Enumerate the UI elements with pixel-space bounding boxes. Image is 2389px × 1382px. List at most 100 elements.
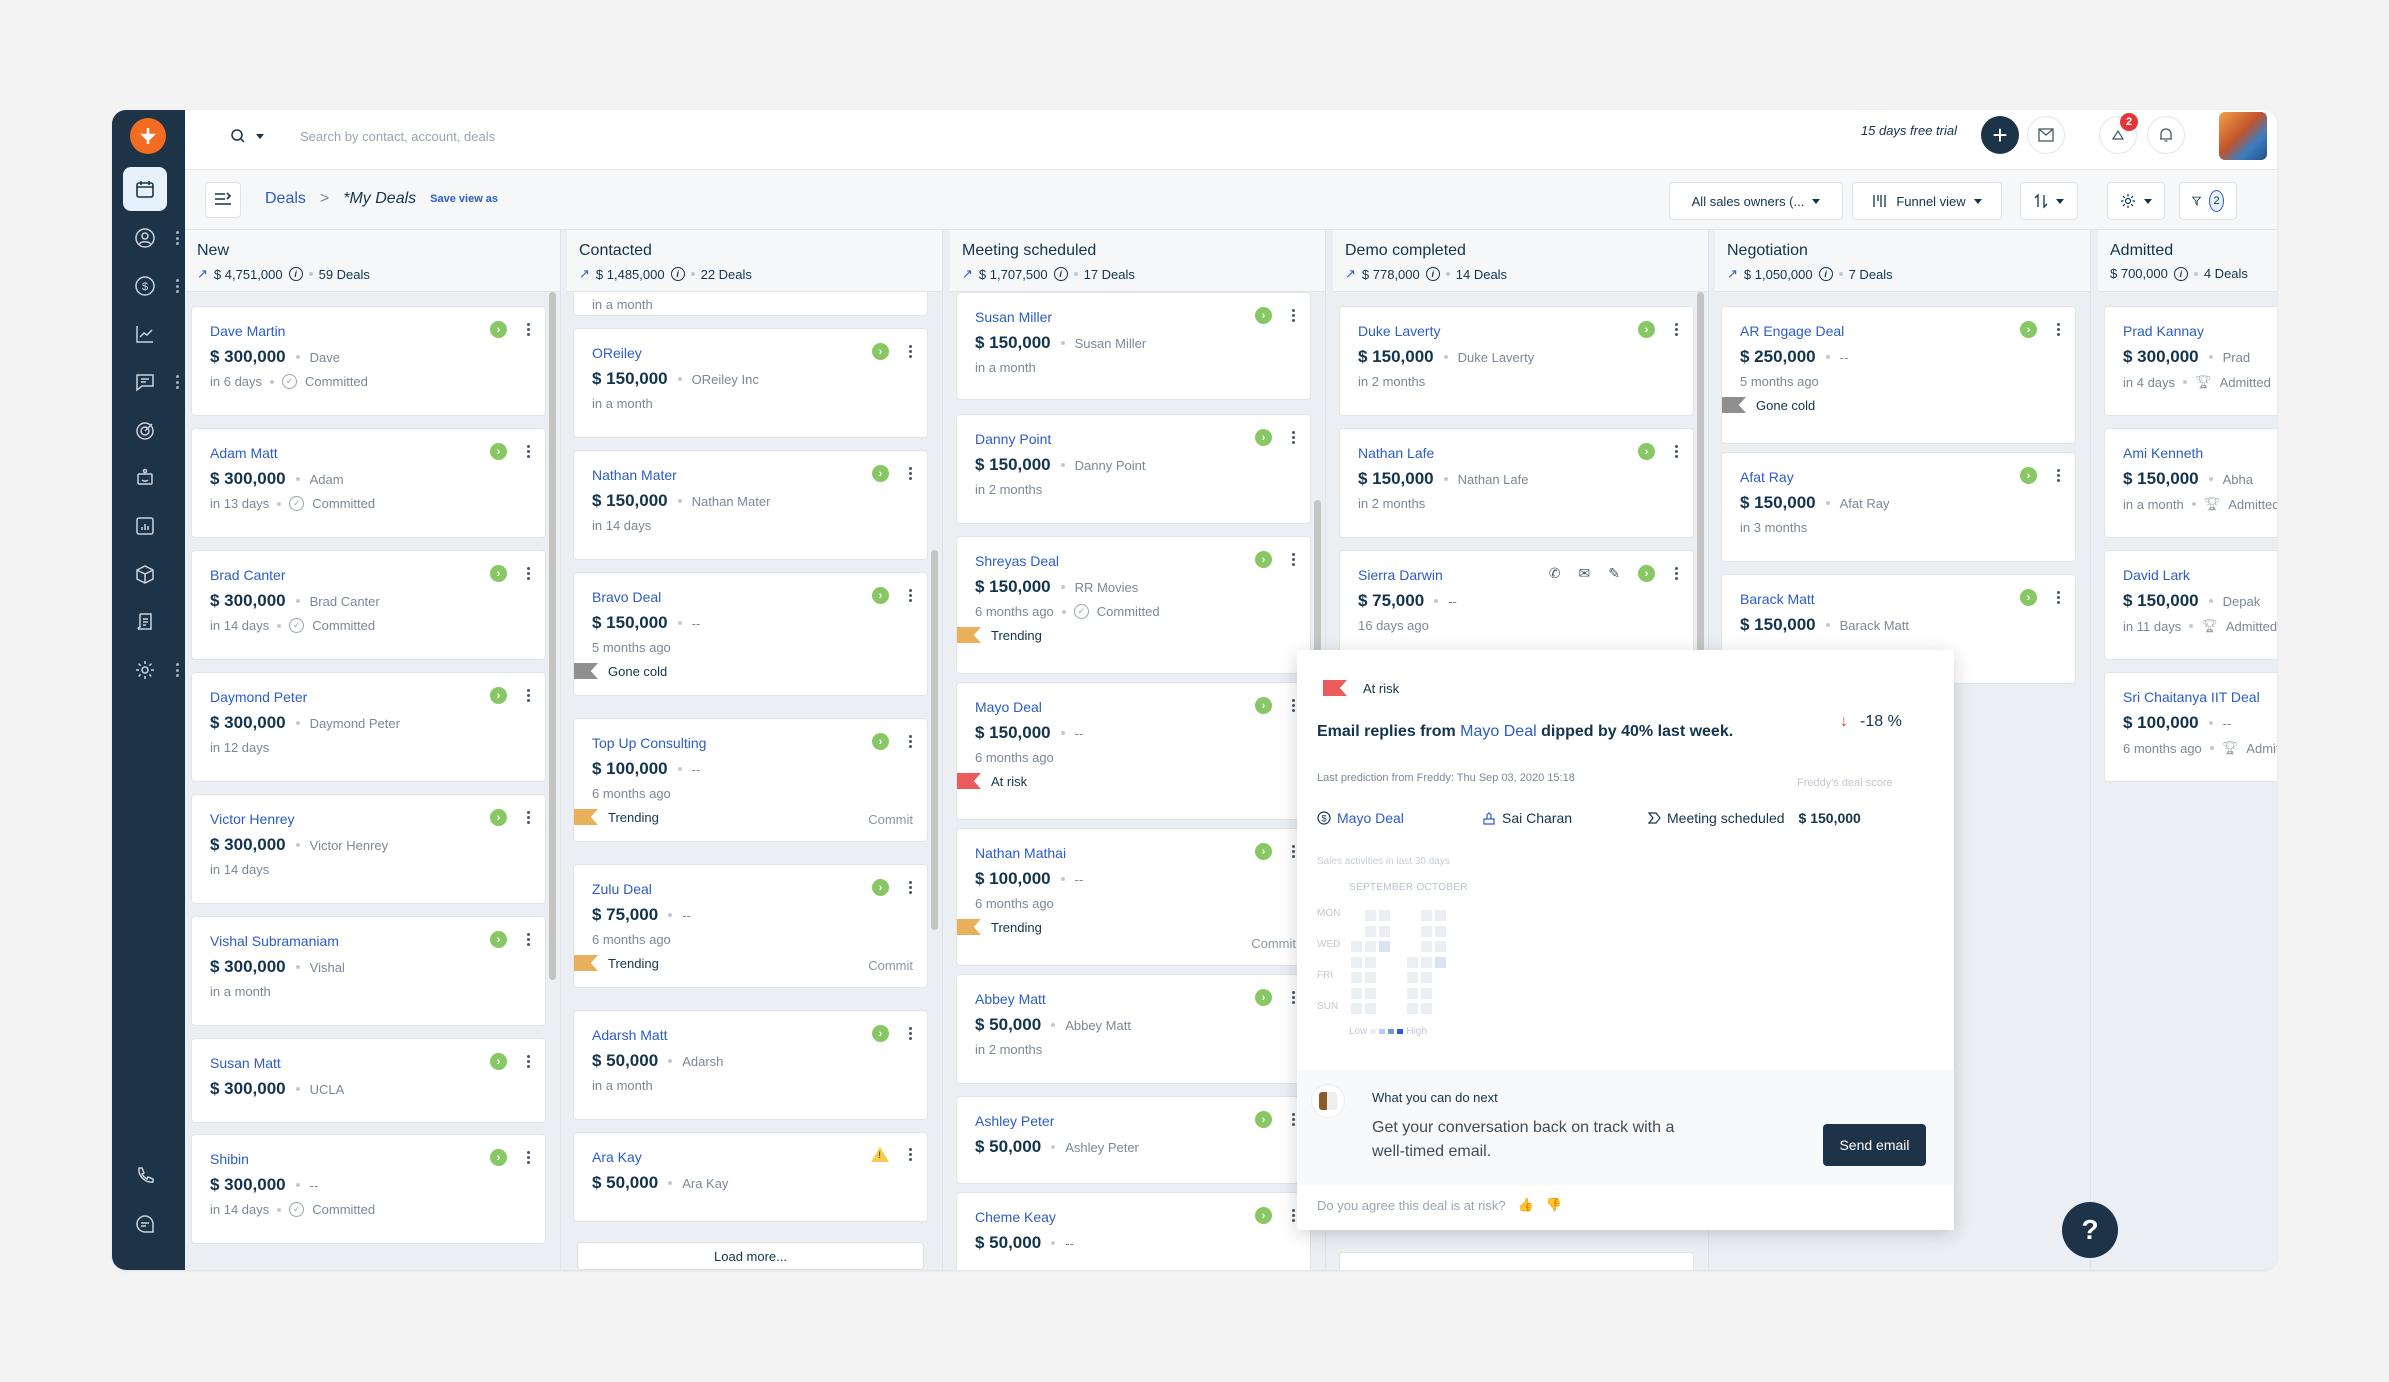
move-stage-icon[interactable]: ›	[490, 443, 507, 460]
sidebar-item-calendar[interactable]	[123, 167, 167, 211]
deal-name-link[interactable]: Shreyas Deal	[975, 553, 1298, 569]
more-options-icon[interactable]	[2055, 323, 2061, 336]
move-stage-icon[interactable]: ›	[490, 1149, 507, 1166]
move-stage-icon[interactable]: ›	[1255, 1207, 1272, 1224]
more-options-icon[interactable]	[525, 811, 531, 824]
load-more-button[interactable]: Load more...	[577, 1242, 924, 1270]
deal-card[interactable]: Nathan Mater $ 150,000 Nathan Mater in 14 d…	[573, 450, 928, 560]
deal-card[interactable]: Bravo Deal $ 150,000 -- 5 months ago Gone co…	[573, 572, 928, 696]
more-options-icon[interactable]	[907, 735, 913, 748]
breadcrumb-deals-link[interactable]: Deals	[265, 190, 306, 208]
edit-pencil-icon[interactable]: ✎	[1608, 565, 1620, 582]
conversations-menu-dots[interactable]	[175, 375, 179, 389]
deal-link[interactable]: Mayo Deal	[1337, 810, 1404, 826]
deal-card[interactable]: Susan Miller $ 150,000 Susan Miller in a mo…	[956, 292, 1311, 400]
sidebar-item-contacts[interactable]	[123, 216, 167, 260]
deal-card[interactable]: Danny Point $ 150,000 Danny Point in 2 mont…	[956, 414, 1311, 524]
thumbs-down-icon[interactable]: 👎	[1546, 1197, 1562, 1213]
more-options-icon[interactable]	[907, 345, 913, 358]
more-options-icon[interactable]	[525, 933, 531, 946]
deal-card[interactable]: Top Up Consulting $ 100,000 -- 6 months ago…	[573, 718, 928, 842]
info-icon[interactable]: i	[1053, 267, 1068, 281]
user-avatar[interactable]	[2219, 112, 2267, 160]
move-stage-icon[interactable]: ›	[2020, 321, 2037, 338]
toggle-view-menu-button[interactable]	[205, 182, 241, 218]
info-icon[interactable]: i	[288, 267, 303, 281]
deal-name-link[interactable]: OReiley	[592, 345, 915, 361]
email-button[interactable]	[2027, 116, 2065, 154]
move-stage-icon[interactable]: ›	[490, 1053, 507, 1070]
move-stage-icon[interactable]: ›	[1638, 565, 1655, 582]
deal-card[interactable]: Vishal Subramaniam $ 300,000 Vishal in a mo…	[191, 916, 546, 1026]
deal-name-link[interactable]: Ami Kenneth	[2123, 445, 2277, 461]
deal-name-link[interactable]: Barack Matt	[1740, 591, 2063, 607]
move-stage-icon[interactable]: ›	[1638, 443, 1655, 460]
more-options-icon[interactable]	[1290, 699, 1296, 712]
deal-name-link[interactable]: Prad Kannay	[2123, 323, 2277, 339]
move-stage-icon[interactable]: ›	[1255, 429, 1272, 446]
sidebar-item-settings[interactable]	[123, 648, 167, 692]
deal-name-link[interactable]: Susan Miller	[975, 309, 1298, 325]
move-stage-icon[interactable]: ›	[872, 587, 889, 604]
headline-deal-link[interactable]: Mayo Deal	[1460, 723, 1536, 740]
deal-name-link[interactable]: Abbey Matt	[975, 991, 1298, 1007]
search-input[interactable]: Search by contact, account, deals	[300, 129, 495, 144]
more-options-icon[interactable]	[525, 567, 531, 580]
deal-card[interactable]: Sierra Darwin $ 75,000 -- 16 days ago ✆ ✉ ✎ ›	[1339, 550, 1694, 660]
move-stage-icon[interactable]: ›	[872, 465, 889, 482]
notifications-button[interactable]	[2147, 116, 2185, 154]
deal-name-link[interactable]: Top Up Consulting	[592, 735, 915, 751]
deal-card[interactable]: Ara Kay $ 50,000 Ara Kay!	[573, 1132, 928, 1222]
deal-name-link[interactable]: Danny Point	[975, 431, 1298, 447]
deal-name-link[interactable]: Adam Matt	[210, 445, 533, 461]
move-stage-icon[interactable]: ›	[872, 1025, 889, 1042]
info-icon[interactable]: i	[1425, 267, 1440, 281]
deal-summary-name[interactable]: $ Mayo Deal	[1317, 810, 1482, 826]
deal-name-link[interactable]: Shibin	[210, 1151, 533, 1167]
move-stage-icon[interactable]: ›	[1255, 843, 1272, 860]
more-options-icon[interactable]	[1290, 1113, 1296, 1126]
deal-card[interactable]: Brad Canter $ 300,000 Brad Canter in 14 day…	[191, 550, 546, 660]
deal-card[interactable]: in a month	[573, 292, 928, 316]
deal-card[interactable]: Nathan Lafe $ 150,000 Nathan Lafe in 2 mont…	[1339, 428, 1694, 538]
column-scrollbar[interactable]	[931, 550, 938, 930]
deal-card[interactable]: Sri Chaitanya IIT Deal $ 100,000 -- 6 month…	[2104, 672, 2277, 782]
more-options-icon[interactable]	[1290, 845, 1296, 858]
deal-card[interactable]: Ashley Peter $ 50,000 Ashley Peter ›	[956, 1096, 1311, 1184]
move-stage-icon[interactable]: ›	[2020, 467, 2037, 484]
board-settings-button[interactable]	[2107, 182, 2165, 220]
more-options-icon[interactable]	[1673, 445, 1679, 458]
quick-add-button[interactable]: +	[1981, 116, 2019, 154]
deal-card[interactable]: Daymond Peter $ 300,000 Daymond Peter in 12…	[191, 672, 546, 782]
move-stage-icon[interactable]: ›	[2020, 589, 2037, 606]
more-options-icon[interactable]	[1290, 991, 1296, 1004]
search-bar[interactable]: Search by contact, account, deals	[230, 128, 495, 144]
more-options-icon[interactable]	[1290, 553, 1296, 566]
deal-card[interactable]: AR Engage Deal $ 250,000 -- 5 months ago Gon…	[1721, 306, 2076, 444]
deal-card[interactable]: Zulu Deal $ 75,000 -- 6 months ago Trending C…	[573, 864, 928, 988]
deal-card[interactable]: Dave Martin $ 300,000 Dave in 6 days ✓ Commit…	[191, 306, 546, 416]
deal-card[interactable]: David Lark $ 150,000 Depak in 11 days 🏆︎ Admi…	[2104, 550, 2277, 660]
thumbs-up-icon[interactable]: 👍	[1518, 1197, 1534, 1213]
more-options-icon[interactable]	[907, 589, 913, 602]
phone-icon[interactable]: ✆	[1549, 565, 1561, 582]
deal-card[interactable]: Shibin $ 300,000 -- in 14 days ✓ Committed ›	[191, 1134, 546, 1244]
sidebar-item-goals[interactable]	[123, 408, 167, 452]
more-options-icon[interactable]	[525, 1055, 531, 1068]
deal-name-link[interactable]: Cheme Keay	[975, 1209, 1298, 1225]
deal-name-link[interactable]: Nathan Lafe	[1358, 445, 1681, 461]
more-options-icon[interactable]	[1290, 309, 1296, 322]
more-options-icon[interactable]	[1290, 431, 1296, 444]
save-view-as-link[interactable]: Save view as	[430, 193, 498, 205]
deals-menu-dots[interactable]	[175, 279, 179, 293]
move-stage-icon[interactable]: ›	[490, 565, 507, 582]
more-options-icon[interactable]	[907, 1148, 913, 1161]
sales-owner-filter[interactable]: All sales owners (...	[1669, 182, 1843, 220]
deal-card[interactable]: Victor Henrey $ 300,000 Victor Henrey in 14…	[191, 794, 546, 904]
sales-sequence-button[interactable]: 2	[2099, 113, 2138, 154]
deal-card[interactable]: Adarsh Matt $ 50,000 Adarsh in a month ›	[573, 1010, 928, 1120]
deal-card[interactable]: Shreyas Deal $ 150,000 RR Movies 6 months a…	[956, 536, 1311, 674]
more-options-icon[interactable]	[525, 689, 531, 702]
deal-name-link[interactable]: Afat Ray	[1740, 469, 2063, 485]
deal-card[interactable]: Mayo Deal $ 150,000 -- 6 months ago At risk ›	[956, 682, 1311, 820]
